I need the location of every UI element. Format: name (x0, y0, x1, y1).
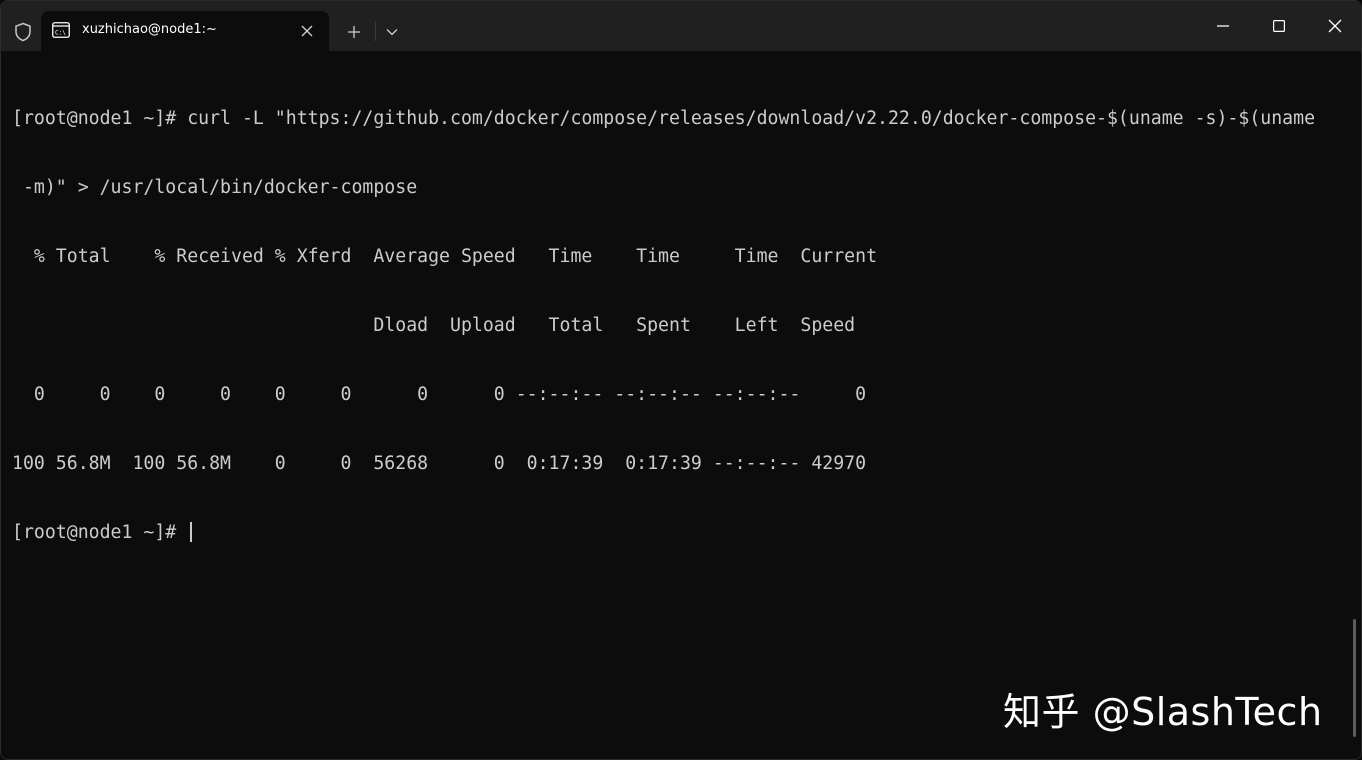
maximize-icon (1273, 20, 1285, 32)
tab-title: xuzhichao@node1:~ (82, 22, 217, 37)
shell-prompt: [root@node1 ~]# (12, 522, 188, 543)
close-window-button[interactable] (1307, 1, 1361, 51)
terminal-icon: C:\ (52, 22, 70, 38)
svg-text:C:\: C:\ (55, 30, 66, 37)
prompt-line[interactable]: [root@node1 ~]# (12, 521, 1315, 544)
terminal-output[interactable]: [root@node1 ~]# curl -L "https://github.… (1, 51, 1349, 759)
terminal-line: 0 0 0 0 0 0 0 0 --:--:-- --:--:-- --:--:… (12, 384, 867, 405)
terminal-line: -m)" > /usr/local/bin/docker-compose (12, 177, 418, 198)
tab-separator (375, 21, 376, 41)
title-bar[interactable]: C:\ xuzhichao@node1:~ (1, 1, 1361, 51)
tab-terminal[interactable]: C:\ xuzhichao@node1:~ (41, 11, 329, 51)
terminal-window: C:\ xuzhichao@node1:~ [root@node1 ~]# cu… (0, 0, 1362, 760)
terminal-line: 100 56.8M 100 56.8M 0 0 56268 0 0:17:39 … (12, 453, 867, 474)
minimize-icon (1217, 25, 1229, 27)
text-cursor (190, 522, 193, 542)
maximize-button[interactable] (1251, 1, 1307, 51)
new-tab-button[interactable] (341, 19, 367, 45)
close-tab-icon[interactable] (295, 19, 319, 43)
plus-icon (348, 26, 360, 38)
watermark: 知乎 @SlashTech (1003, 690, 1323, 734)
tab-dropdown-button[interactable] (379, 19, 405, 45)
close-icon (1328, 19, 1342, 33)
shield-icon (11, 20, 35, 44)
terminal-line: Dload Upload Total Spent Left Speed (12, 315, 856, 336)
terminal-line: % Total % Received % Xferd Average Speed… (12, 246, 878, 267)
chevron-down-icon (386, 29, 398, 36)
minimize-button[interactable] (1195, 1, 1251, 51)
scrollbar-thumb[interactable] (1353, 619, 1356, 737)
terminal-line: [root@node1 ~]# curl -L "https://github.… (12, 108, 1316, 129)
